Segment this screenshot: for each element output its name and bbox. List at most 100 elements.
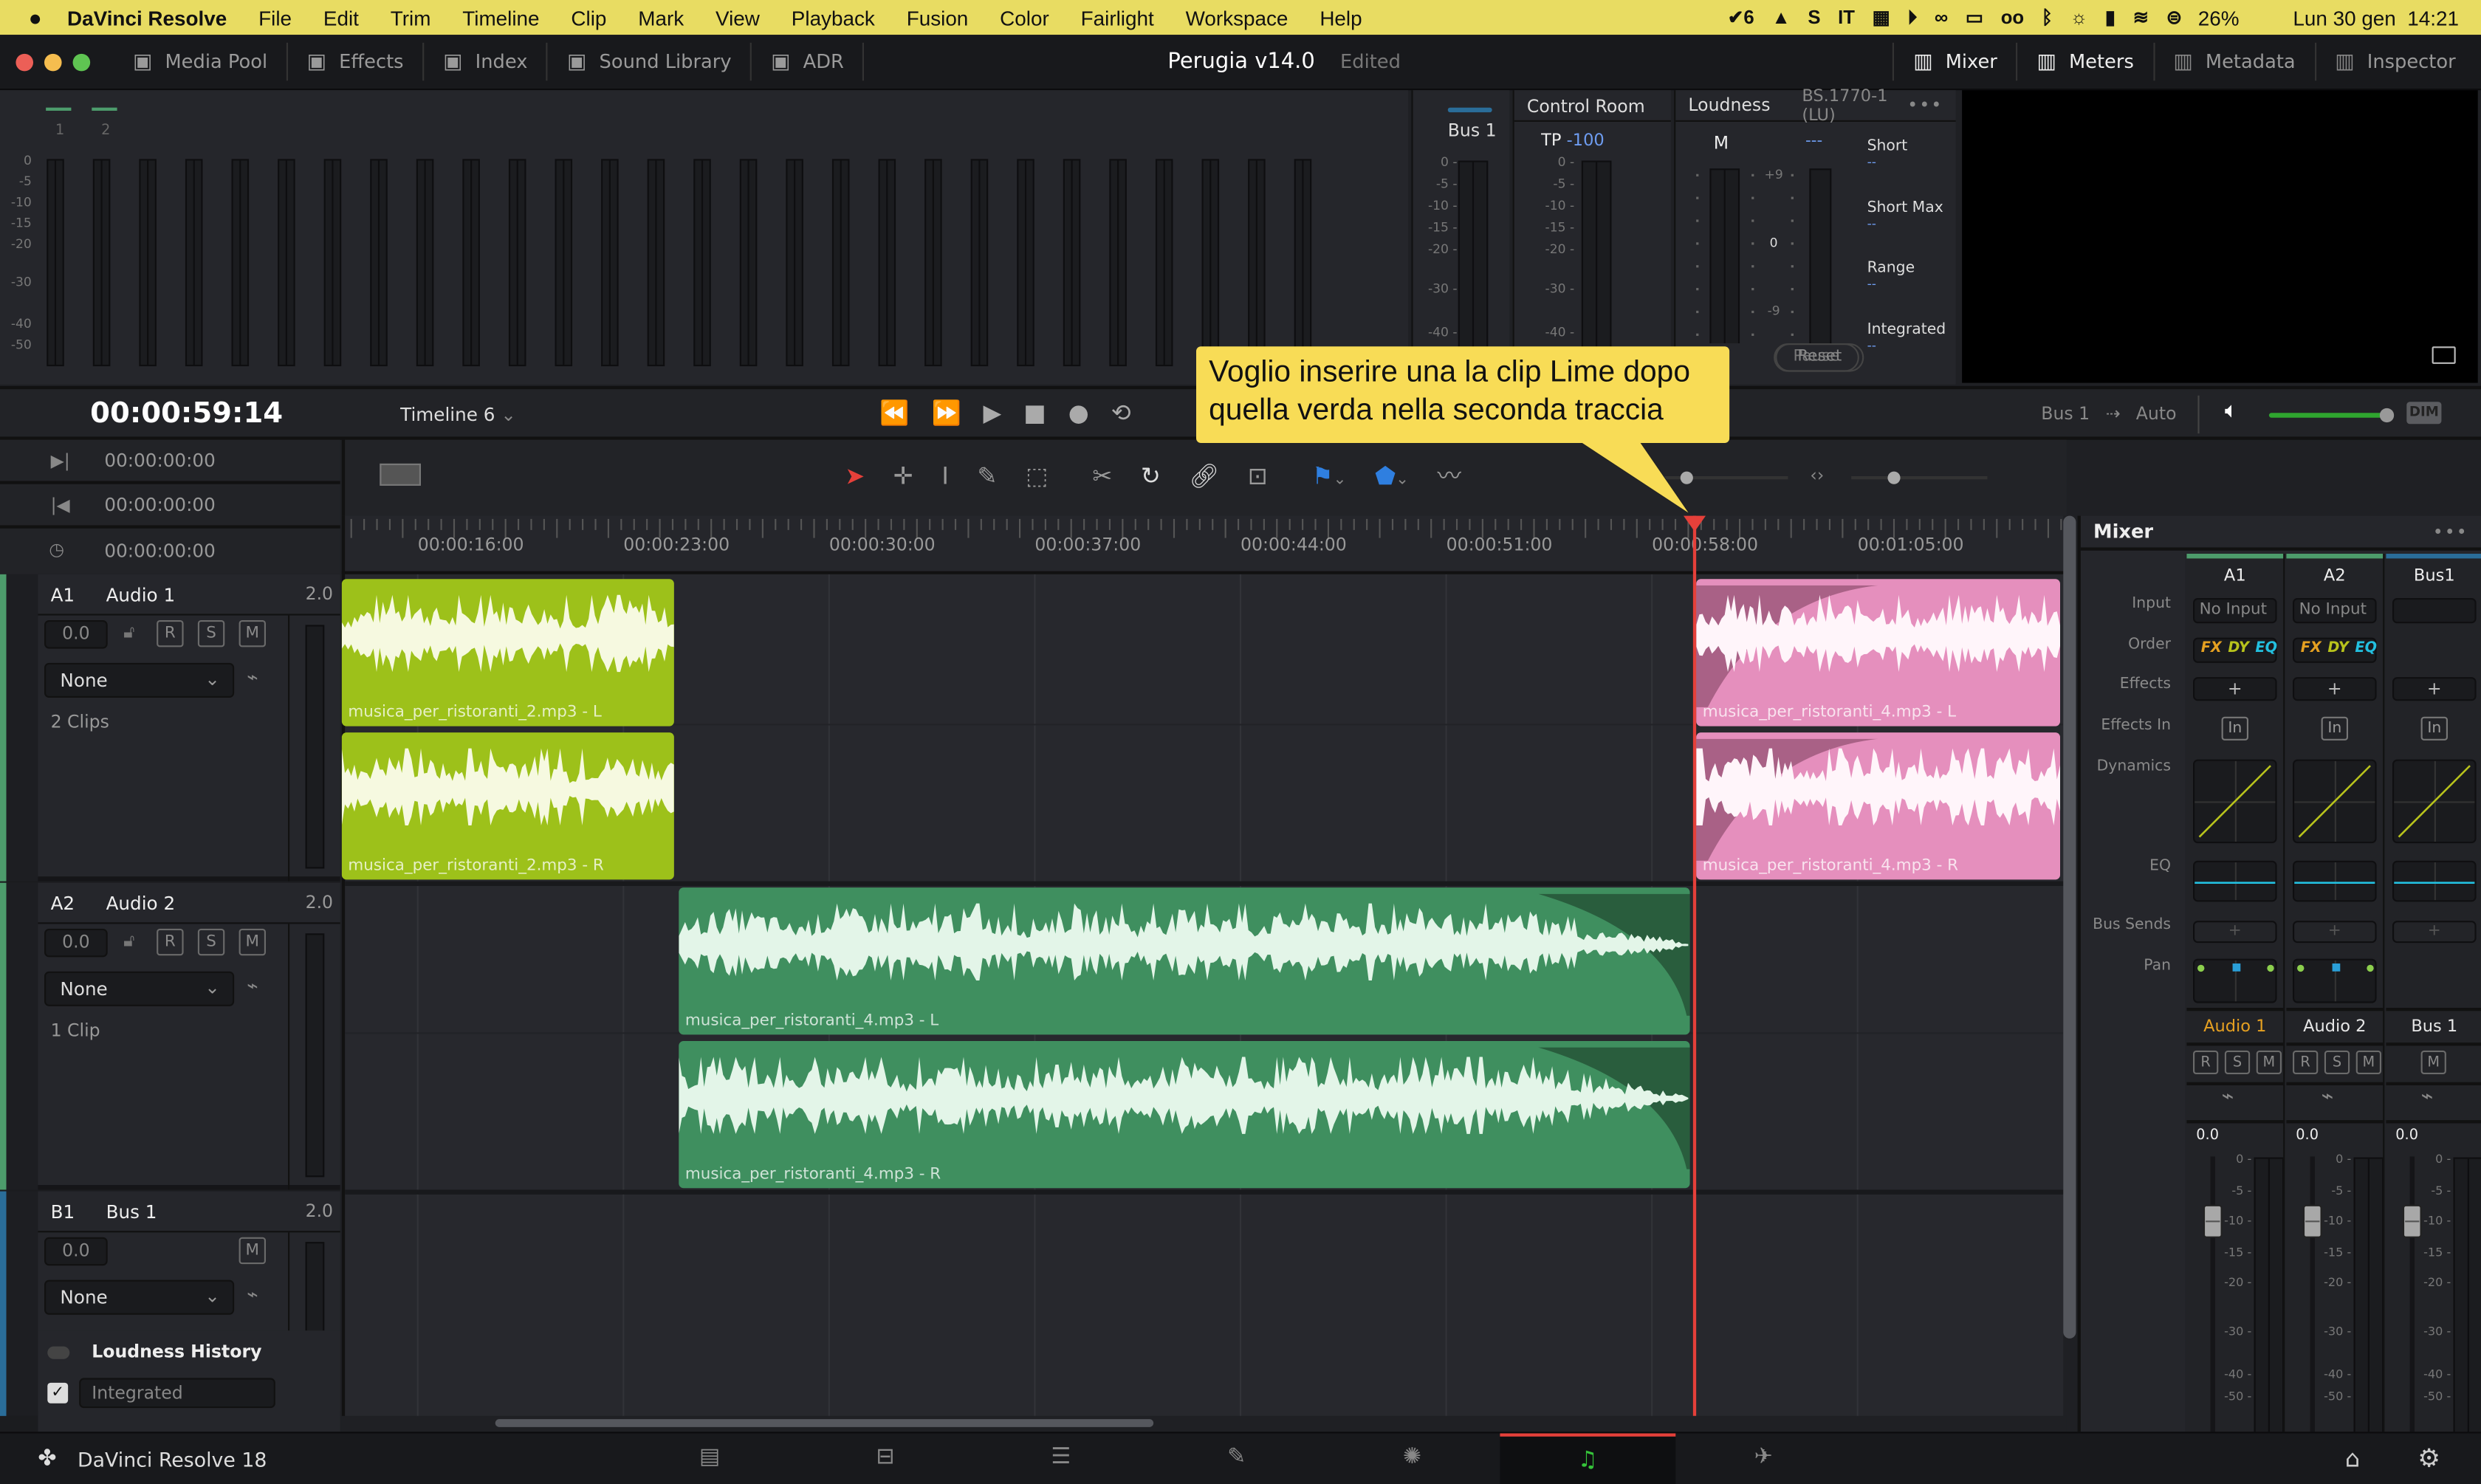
- close-window-button[interactable]: [16, 52, 34, 71]
- glasses-icon[interactable]: oo: [2001, 7, 2024, 29]
- track-mute-button[interactable]: M: [239, 928, 267, 956]
- channel-solo-button[interactable]: S: [2224, 1050, 2251, 1075]
- toolbar-metadata-button[interactable]: ▥ Metadata: [2152, 42, 2315, 81]
- horizontal-scrollbar[interactable]: [495, 1419, 1154, 1427]
- clock[interactable]: Lun 30 gen 14:21: [2293, 6, 2459, 30]
- menu-help[interactable]: Help: [1320, 6, 1362, 30]
- loudness-history-toggle[interactable]: [47, 1346, 70, 1359]
- bus-sends-button[interactable]: +: [2293, 921, 2377, 944]
- loudness-reset-button[interactable]: Reset: [1775, 343, 1864, 372]
- color-page-tab[interactable]: ✺: [1325, 1433, 1500, 1484]
- menu-fusion[interactable]: Fusion: [907, 6, 969, 30]
- delta-icon[interactable]: ▲: [1771, 7, 1790, 29]
- effects-in-button[interactable]: In: [2321, 716, 2349, 741]
- edit-page-tab[interactable]: ☰: [973, 1433, 1149, 1484]
- eq-graph[interactable]: [2293, 860, 2377, 902]
- menu-playback[interactable]: Playback: [792, 6, 875, 30]
- audio-clip-a1-pink-left[interactable]: musica_per_ristoranti_4.mp3 - L: [1696, 579, 2061, 726]
- toolbar-inspector-button[interactable]: ▥ Inspector: [2314, 42, 2474, 81]
- track-header-a2[interactable]: A2 Audio 2 2.0 0.0 🔓︎ R S M None ⌄ ⌁ 1 Clip: [0, 882, 340, 1190]
- track-fx-dropdown[interactable]: None ⌄: [44, 971, 235, 1006]
- timeline-view-options-icon[interactable]: [380, 463, 422, 486]
- menu-clip[interactable]: Clip: [571, 6, 606, 30]
- channel-order-button[interactable]: FX DY EQ: [2293, 637, 2377, 663]
- waveform-zoom-icon[interactable]: 〰: [1438, 458, 1461, 492]
- track-volume-field[interactable]: 0.0: [44, 1237, 108, 1266]
- output-bus[interactable]: Bus 1: [2041, 403, 2090, 424]
- channel-input-selector[interactable]: No Input: [2193, 598, 2277, 624]
- range-selection-tool-icon[interactable]: ✛: [893, 461, 913, 490]
- stop-button[interactable]: ■: [1023, 399, 1046, 427]
- record-button[interactable]: ●: [1068, 399, 1089, 427]
- add-effect-button[interactable]: +: [2392, 677, 2477, 701]
- automation-icon[interactable]: ⌁: [2421, 1085, 2434, 1109]
- horizontal-zoom-knob[interactable]: [1887, 471, 1901, 484]
- apple-icon[interactable]: ●: [29, 4, 42, 30]
- fast-forward-button[interactable]: ⏩: [931, 399, 961, 427]
- play-button[interactable]: ▶: [984, 399, 1002, 427]
- window-icon[interactable]: ▭: [1966, 7, 1983, 29]
- audio-clip-a1-pink-right[interactable]: musica_per_ristoranti_4.mp3 - R: [1696, 732, 2061, 880]
- mixer-options-icon[interactable]: •••: [2433, 521, 2468, 542]
- in-timecode[interactable]: 00:00:00:00: [104, 450, 215, 472]
- timeline-ruler[interactable]: 00:00:16:00 00:00:23:00 00:00:30:00 00:00:3…: [341, 515, 2064, 574]
- minimize-window-button[interactable]: [44, 52, 62, 71]
- audio-clip-a1-lime-right[interactable]: musica_per_ristoranti_2.mp3 - R: [341, 732, 674, 880]
- checkmark-circle-icon[interactable]: ✔6: [1728, 7, 1754, 29]
- track-volume-field[interactable]: 0.0: [44, 928, 108, 958]
- pan-control[interactable]: [2193, 958, 2277, 1003]
- integrated-checkbox[interactable]: ✓: [47, 1382, 69, 1404]
- track-fx-dropdown[interactable]: None ⌄: [44, 1279, 235, 1315]
- channel-rec-button[interactable]: R: [2293, 1050, 2319, 1075]
- edit-selection-tool-icon[interactable]: Ⅰ: [941, 461, 949, 490]
- lock-icon[interactable]: 🔓︎: [123, 930, 134, 952]
- track-solo-button[interactable]: S: [197, 928, 225, 956]
- loudness-standard[interactable]: BS.1770-1 (LU): [1802, 86, 1907, 124]
- track-volume-field[interactable]: 0.0: [44, 620, 108, 649]
- toolbar-media-pool-button[interactable]: ▣ Media Pool: [114, 42, 288, 81]
- fader-track[interactable]: [2409, 1156, 2415, 1438]
- menu-app[interactable]: DaVinci Resolve: [67, 6, 227, 30]
- it-app-icon[interactable]: IT: [1838, 7, 1855, 29]
- battery-icon[interactable]: ▮: [2105, 7, 2115, 29]
- bus-sends-button[interactable]: +: [2193, 921, 2277, 944]
- wifi-icon[interactable]: ≋: [2133, 7, 2149, 29]
- timeline-selector[interactable]: Timeline 6 ⌄: [400, 403, 516, 425]
- deliver-page-tab[interactable]: ✈: [1675, 1433, 1851, 1484]
- fusion-page-tab[interactable]: ✎: [1149, 1433, 1325, 1484]
- dynamics-graph[interactable]: [2392, 759, 2477, 844]
- bus-sends-button[interactable]: +: [2392, 921, 2477, 944]
- loudness-history-option[interactable]: Integrated: [79, 1378, 275, 1409]
- razor-tool-icon[interactable]: ✂: [1092, 461, 1112, 490]
- track-name[interactable]: Audio 2: [106, 893, 176, 915]
- slip-tool-icon[interactable]: ⬚: [1026, 461, 1048, 490]
- cut-page-tab[interactable]: ⊟: [797, 1433, 973, 1484]
- menu-edit[interactable]: Edit: [323, 6, 359, 30]
- snapping-icon[interactable]: ↻: [1141, 461, 1161, 490]
- eq-graph[interactable]: [2392, 860, 2477, 902]
- timecode-display[interactable]: 00:00:59:14: [90, 397, 283, 430]
- zoom-window-button[interactable]: [72, 52, 91, 71]
- eq-graph[interactable]: [2193, 860, 2277, 902]
- rewind-button[interactable]: ⏪: [879, 399, 909, 427]
- automation-icon[interactable]: ⌁: [247, 975, 258, 997]
- fairlight-page-tab[interactable]: ♫: [1500, 1433, 1676, 1484]
- toolbar-index-button[interactable]: ▣ Index: [424, 42, 549, 81]
- channel-solo-button[interactable]: S: [2324, 1050, 2350, 1075]
- bluetooth-icon[interactable]: ᛒ: [2042, 7, 2053, 29]
- output-target[interactable]: Auto: [2136, 403, 2177, 424]
- audio-clip-a1-lime-left[interactable]: musica_per_ristoranti_2.mp3 - L: [341, 579, 674, 726]
- viewer-expand-icon[interactable]: [2432, 346, 2456, 364]
- add-effect-button[interactable]: +: [2293, 677, 2377, 701]
- track-name[interactable]: Bus 1: [106, 1200, 157, 1223]
- track-rec-button[interactable]: R: [157, 928, 184, 956]
- toolbar-meters-button[interactable]: ▥ Meters: [2016, 42, 2153, 81]
- menu-view[interactable]: View: [716, 6, 760, 30]
- track-solo-button[interactable]: S: [197, 620, 225, 647]
- automation-icon[interactable]: ⌁: [247, 666, 258, 688]
- menu-fairlight[interactable]: Fairlight: [1081, 6, 1154, 30]
- pointer-tool-icon[interactable]: ➤: [845, 461, 865, 490]
- audio-clip-a2-green-right[interactable]: musica_per_ristoranti_4.mp3 - R: [679, 1041, 1690, 1189]
- vertical-scrollbar[interactable]: [2063, 515, 2076, 1339]
- pencil-tool-icon[interactable]: ✎: [977, 461, 997, 490]
